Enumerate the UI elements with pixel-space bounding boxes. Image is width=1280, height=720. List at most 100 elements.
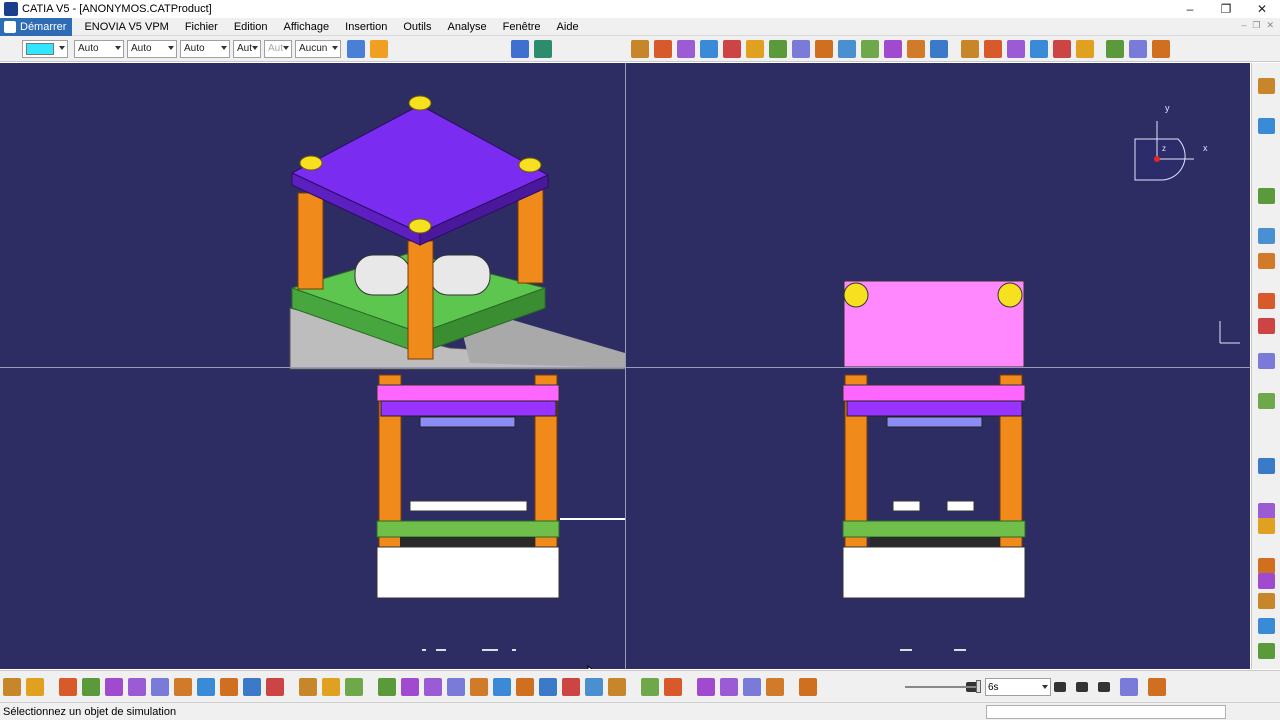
whatsthis-icon[interactable] [265,677,284,696]
switch-window-icon[interactable] [511,39,529,58]
play-icon[interactable] [1054,681,1066,692]
expand-icon[interactable] [1258,643,1275,659]
line-weight-select[interactable]: Auto [127,39,177,58]
multi-view-icon[interactable] [1258,318,1275,334]
hide-icon[interactable] [561,677,580,696]
3d-viewport[interactable]: y x z [0,63,1250,669]
lighting-icon[interactable] [1258,558,1275,574]
grid-icon[interactable] [1106,39,1124,58]
filter-icon[interactable] [1152,39,1170,58]
render-style-select[interactable]: Aucun [295,39,341,58]
measure-icon[interactable] [719,677,738,696]
iso-view-icon[interactable] [538,677,557,696]
menu-aide[interactable]: Aide [549,21,587,33]
pan-icon[interactable] [400,677,419,696]
open-icon[interactable] [81,677,100,696]
swept-volume-icon[interactable] [838,39,856,58]
catia-logo-icon[interactable] [1148,677,1166,696]
menu-analyse[interactable]: Analyse [439,21,494,33]
fitting-icon[interactable] [792,39,810,58]
simulation-icon[interactable] [746,39,764,58]
section-icon[interactable] [677,39,695,58]
transparency-select[interactable]: Auto [74,39,124,58]
minimize-button[interactable]: – [1172,0,1208,18]
new-icon[interactable] [58,677,77,696]
properties-icon[interactable] [370,39,388,58]
publish-icon[interactable] [1029,39,1048,58]
redo-icon[interactable] [242,677,261,696]
painter-icon[interactable] [347,39,365,58]
command-input[interactable] [986,705,1226,719]
track-icon[interactable] [700,39,718,58]
interference-icon[interactable] [861,39,879,58]
camera-icon[interactable] [1006,39,1025,58]
fly-mode-icon[interactable] [1258,188,1275,204]
clash-icon[interactable] [631,39,649,58]
light-icon[interactable] [1052,39,1071,58]
viewport-splitter-vertical[interactable] [625,63,626,669]
menu-affichage[interactable]: Affichage [275,21,337,33]
close-button[interactable]: ✕ [1244,0,1280,18]
player-options-icon[interactable] [1120,677,1138,696]
quick-view-icon[interactable] [515,677,534,696]
catalog-icon[interactable] [1258,593,1275,609]
product-icon[interactable] [344,677,363,696]
swap-space-icon[interactable] [1258,503,1275,519]
tools-icon[interactable] [1258,618,1275,634]
rotate-view-icon[interactable] [1258,228,1275,244]
quick-view-icon[interactable] [1258,353,1275,369]
swap-view-icon[interactable] [534,39,552,58]
move-arrow-icon[interactable] [798,677,817,696]
menu-edition[interactable]: Edition [226,21,276,33]
step-forward-icon[interactable] [1076,681,1088,692]
zoom-out-icon[interactable] [469,677,488,696]
restore-button[interactable]: ❐ [1208,0,1244,18]
sequence-icon[interactable] [723,39,741,58]
cut-icon[interactable] [150,677,169,696]
menu-fichier[interactable]: Fichier [177,21,226,33]
workbench-icon[interactable] [1258,78,1275,94]
print-icon[interactable] [127,677,146,696]
copy-icon[interactable] [173,677,192,696]
point-type-select[interactable]: Aut [233,39,261,58]
distance-icon[interactable] [654,39,672,58]
material-icon[interactable] [1258,573,1275,589]
rotate-icon[interactable] [423,677,442,696]
color-select[interactable] [22,39,68,58]
animation-speed-select[interactable]: 6s [985,678,1051,696]
macro-icon[interactable] [25,677,44,696]
animation-slider[interactable] [905,680,981,693]
catalog-icon[interactable] [321,677,340,696]
fit-all-icon[interactable] [377,677,396,696]
line-type-select[interactable]: Auto [180,39,230,58]
undo-icon[interactable] [219,677,238,696]
measure-icon[interactable] [930,39,948,58]
menu-outils[interactable]: Outils [395,21,439,33]
zoom-area-icon[interactable] [1258,253,1275,269]
compass-tool-icon[interactable] [1075,39,1094,58]
viewport-splitter-horizontal[interactable] [0,367,1250,368]
paste-icon[interactable] [196,677,215,696]
switch-icon[interactable] [983,39,1002,58]
analyze-icon[interactable] [765,677,784,696]
render-mode-icon[interactable] [607,677,626,696]
camera-icon[interactable] [1258,518,1275,534]
knowledge-icon[interactable] [663,677,682,696]
path-icon[interactable] [815,39,833,58]
tree-icon[interactable] [2,677,21,696]
annotation-icon[interactable] [884,39,902,58]
table-icon[interactable] [696,677,715,696]
menu-start[interactable]: Démarrer [0,17,73,36]
edit-track-icon[interactable] [960,39,979,58]
menu-enovia[interactable]: ENOVIA V5 VPM [76,21,176,33]
hide-show-icon[interactable] [1258,458,1275,474]
doc-restore-button[interactable]: ❐ [1252,20,1260,31]
swap-icon[interactable] [584,677,603,696]
doc-close-button[interactable]: ✕ [1266,20,1274,31]
doc-minimize-button[interactable]: – [1241,20,1246,31]
lock-icon[interactable] [742,677,761,696]
rotate-icon[interactable] [1129,39,1147,58]
render-icon[interactable] [1258,393,1275,409]
slider-knob[interactable] [976,680,981,693]
normal-view-icon[interactable] [1258,293,1275,309]
